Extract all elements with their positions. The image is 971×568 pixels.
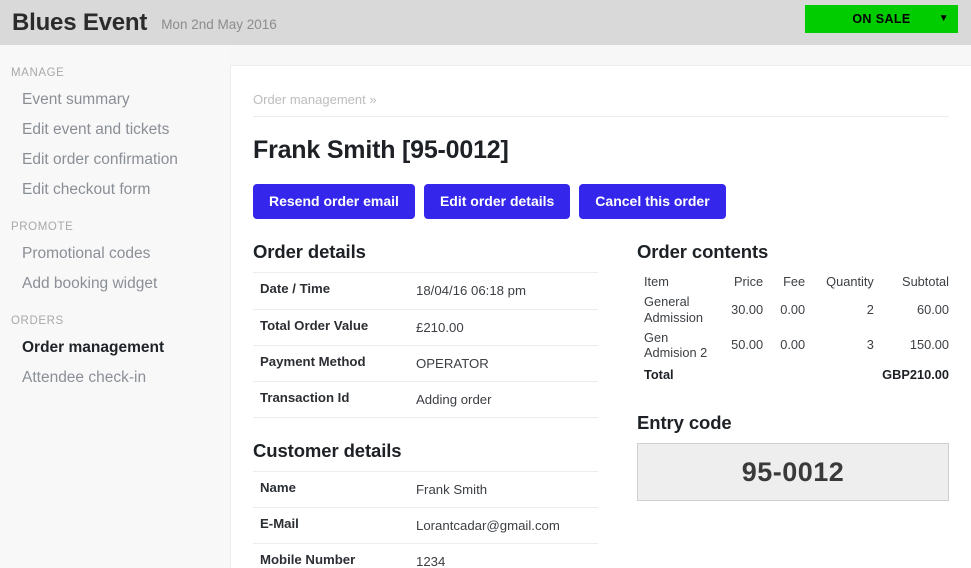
order-action-buttons: Resend order email Edit order details Ca…	[253, 184, 949, 220]
table-row: Payment Method OPERATOR	[253, 345, 598, 381]
table-row: Name Frank Smith	[253, 471, 598, 507]
order-item-quantity: 3	[866, 337, 874, 353]
order-details-value-date-time: 18/04/16 06:18 pm	[416, 283, 526, 299]
sidebar-group-label-orders: ORDERS	[11, 315, 64, 327]
order-item-subtotal: 60.00	[916, 302, 949, 318]
column-header-price: Price	[734, 274, 764, 290]
sidebar-group-manage: MANAGE Event summary Edit event and tick…	[0, 67, 230, 205]
customer-details-value-mobile-number: 1234	[416, 554, 446, 568]
page-shell: MANAGE Event summary Edit event and tick…	[0, 45, 971, 568]
right-column: Order contents Item Price Fee Quantity S…	[598, 241, 949, 568]
table-row: E-Mail Lorantcadar@gmail.com	[253, 507, 598, 544]
chevron-down-icon: ▼	[938, 13, 949, 24]
entry-code-section: Entry code 95-0012	[637, 412, 949, 502]
order-details-label-transaction-id: Transaction Id	[260, 389, 350, 405]
entry-code-title: Entry code	[637, 412, 732, 434]
order-total-label: Total	[644, 366, 674, 382]
order-details-label-total-order-value: Total Order Value	[260, 317, 369, 333]
sidebar-item-event-summary[interactable]: Event summary	[0, 85, 230, 115]
order-details-value-payment-method: OPERATOR	[416, 355, 489, 371]
order-details-value-transaction-id: Adding order	[416, 391, 492, 407]
sidebar-item-edit-order-confirmation[interactable]: Edit order confirmation	[0, 145, 230, 175]
entry-code-value: 95-0012	[741, 456, 845, 487]
sidebar-group-promote: PROMOTE Promotional codes Add booking wi…	[0, 221, 230, 299]
column-header-subtotal: Subtotal	[902, 274, 949, 290]
sidebar-group-label-promote: PROMOTE	[11, 221, 74, 233]
order-details-label-payment-method: Payment Method	[260, 353, 366, 369]
customer-details-table: Name Frank Smith E-Mail Lorantcadar@gmai…	[253, 471, 598, 568]
sidebar-item-edit-checkout-form[interactable]: Edit checkout form	[0, 175, 230, 205]
event-date: Mon 2nd May 2016	[161, 16, 277, 32]
table-header-row: Item Price Fee Quantity Subtotal	[637, 272, 949, 292]
details-columns: Order details Date / Time 18/04/16 06:18…	[253, 241, 949, 568]
sidebar-group-orders: ORDERS Order management Attendee check-i…	[0, 315, 230, 393]
customer-details-label-name: Name	[260, 479, 296, 495]
customer-details-value-name: Frank Smith	[416, 481, 488, 497]
customer-details-label-email: E-Mail	[260, 516, 299, 532]
order-details-value-total-order-value: £210.00	[416, 319, 464, 335]
table-row: Transaction Id Adding order	[253, 381, 598, 418]
sidebar-group-label-manage: MANAGE	[11, 67, 65, 79]
customer-details-label-mobile-number: Mobile Number	[260, 552, 356, 568]
sidebar-item-promotional-codes[interactable]: Promotional codes	[0, 239, 230, 269]
table-row: Gen Admision 2 50.00 0.00 3 150.00	[637, 328, 949, 363]
page-title: Frank Smith [95-0012]	[253, 136, 509, 164]
order-details-table: Date / Time 18/04/16 06:18 pm Total Orde…	[253, 272, 598, 418]
edit-order-details-button[interactable]: Edit order details	[423, 184, 571, 220]
resend-order-email-button[interactable]: Resend order email	[253, 184, 415, 220]
column-header-quantity: Quantity	[826, 274, 874, 290]
cancel-this-order-button[interactable]: Cancel this order	[579, 184, 726, 220]
customer-details-title: Customer details	[253, 439, 402, 461]
order-contents-title: Order contents	[637, 241, 769, 263]
table-row: Total Order Value £210.00	[253, 309, 598, 345]
order-total-value: GBP210.00	[882, 366, 949, 382]
order-total-spacer-fee	[763, 363, 805, 385]
sidebar-item-order-management[interactable]: Order management	[0, 333, 230, 363]
entry-code-box: 95-0012	[637, 443, 949, 502]
order-total-spacer-quantity	[805, 363, 874, 385]
sidebar-item-attendee-check-in[interactable]: Attendee check-in	[0, 363, 230, 393]
breadcrumb[interactable]: Order management »	[253, 92, 949, 117]
order-item-price: 50.00	[731, 337, 764, 353]
table-row: Mobile Number 1234	[253, 543, 598, 568]
content-panel: Order management » Frank Smith [95-0012]…	[230, 65, 971, 568]
customer-details-value-email: Lorantcadar@gmail.com	[416, 518, 560, 534]
order-item-name: General Admission	[644, 294, 704, 325]
event-title: Blues Event	[12, 8, 148, 36]
sidebar-item-add-booking-widget[interactable]: Add booking widget	[0, 269, 230, 299]
event-status-dropdown-button[interactable]: ON SALE ▼	[805, 5, 958, 33]
order-details-label-date-time: Date / Time	[260, 281, 331, 297]
sidebar: MANAGE Event summary Edit event and tick…	[0, 45, 230, 568]
order-item-price: 30.00	[731, 302, 764, 318]
table-row: General Admission 30.00 0.00 2 60.00	[637, 292, 949, 327]
order-item-fee: 0.00	[780, 302, 806, 318]
order-details-title: Order details	[253, 241, 366, 263]
column-header-fee: Fee	[783, 274, 806, 290]
left-column: Order details Date / Time 18/04/16 06:18…	[253, 241, 598, 568]
order-contents-table: Item Price Fee Quantity Subtotal General…	[637, 272, 949, 384]
order-item-fee: 0.00	[780, 337, 806, 353]
table-row: Date / Time 18/04/16 06:18 pm	[253, 272, 598, 309]
order-item-name: Gen Admision 2	[644, 329, 708, 361]
sidebar-item-edit-event-and-tickets[interactable]: Edit event and tickets	[0, 115, 230, 145]
order-item-subtotal: 150.00	[909, 337, 949, 353]
column-header-item: Item	[644, 274, 669, 290]
event-status-label: ON SALE	[852, 12, 911, 26]
order-total-spacer-price	[712, 363, 763, 385]
top-header-bar: Blues Event Mon 2nd May 2016 ON SALE ▼	[0, 0, 971, 45]
order-item-quantity: 2	[866, 302, 874, 318]
order-total-row: Total GBP210.00	[637, 363, 949, 385]
